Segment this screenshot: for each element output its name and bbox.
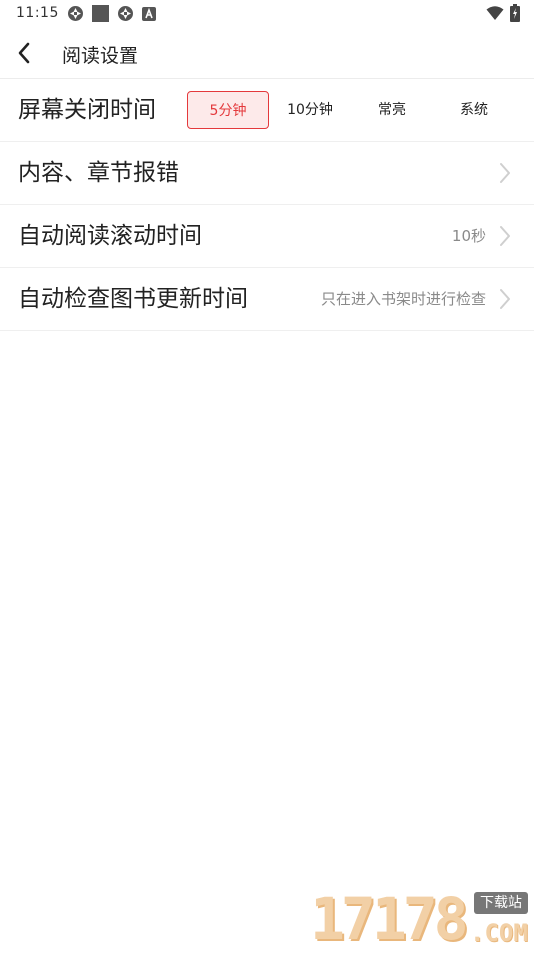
setting-value: 10秒 — [451, 227, 486, 245]
setting-row-screen-timeout: 屏幕关闭时间 5分钟 10分钟 常亮 系统 — [0, 79, 534, 142]
setting-row-auto-scroll[interactable]: 自动阅读滚动时间 10秒 — [0, 205, 534, 268]
timeout-option-10min[interactable]: 10分钟 — [269, 91, 351, 129]
square-icon — [92, 5, 109, 22]
watermark-badge: 下载站 — [474, 892, 528, 914]
chevron-right-icon — [500, 289, 510, 309]
status-system-icons — [486, 4, 520, 22]
timeout-option-5min[interactable]: 5分钟 — [187, 91, 269, 129]
setting-label: 自动阅读滚动时间 — [18, 223, 202, 249]
title-bar: 阅读设置 — [0, 28, 534, 79]
setting-value: 只在进入书架时进行检查 — [320, 290, 486, 308]
setting-label: 屏幕关闭时间 — [18, 97, 156, 123]
chevron-right-icon — [500, 163, 510, 183]
sync-icon — [118, 6, 133, 21]
chevron-left-icon — [18, 42, 30, 64]
sync-icon — [68, 6, 83, 21]
page-title: 阅读设置 — [62, 45, 139, 67]
a-badge-icon — [142, 6, 156, 21]
setting-row-update-check[interactable]: 自动检查图书更新时间 只在进入书架时进行检查 — [0, 268, 534, 331]
back-button[interactable] — [8, 36, 40, 70]
chevron-right-icon — [500, 226, 510, 246]
status-notification-icons — [67, 5, 156, 22]
setting-label: 内容、章节报错 — [18, 160, 179, 186]
site-watermark: 17178 下载站 .COM — [310, 888, 534, 950]
setting-row-report-error[interactable]: 内容、章节报错 — [0, 142, 534, 205]
status-time: 11:15 — [16, 5, 59, 21]
watermark-digits: 17178 — [310, 885, 469, 953]
battery-icon — [510, 4, 520, 22]
status-bar: 11:15 — [0, 0, 534, 28]
screen-timeout-options: 5分钟 10分钟 常亮 系统 — [187, 91, 517, 129]
settings-list: 屏幕关闭时间 5分钟 10分钟 常亮 系统 内容、章节报错 自动阅读滚动时间 1… — [0, 79, 534, 331]
watermark-domain: .COM — [470, 919, 528, 947]
wifi-icon — [486, 6, 504, 20]
timeout-option-always-on[interactable]: 常亮 — [351, 91, 433, 129]
setting-label: 自动检查图书更新时间 — [18, 286, 248, 312]
timeout-option-system[interactable]: 系统 — [433, 91, 515, 129]
